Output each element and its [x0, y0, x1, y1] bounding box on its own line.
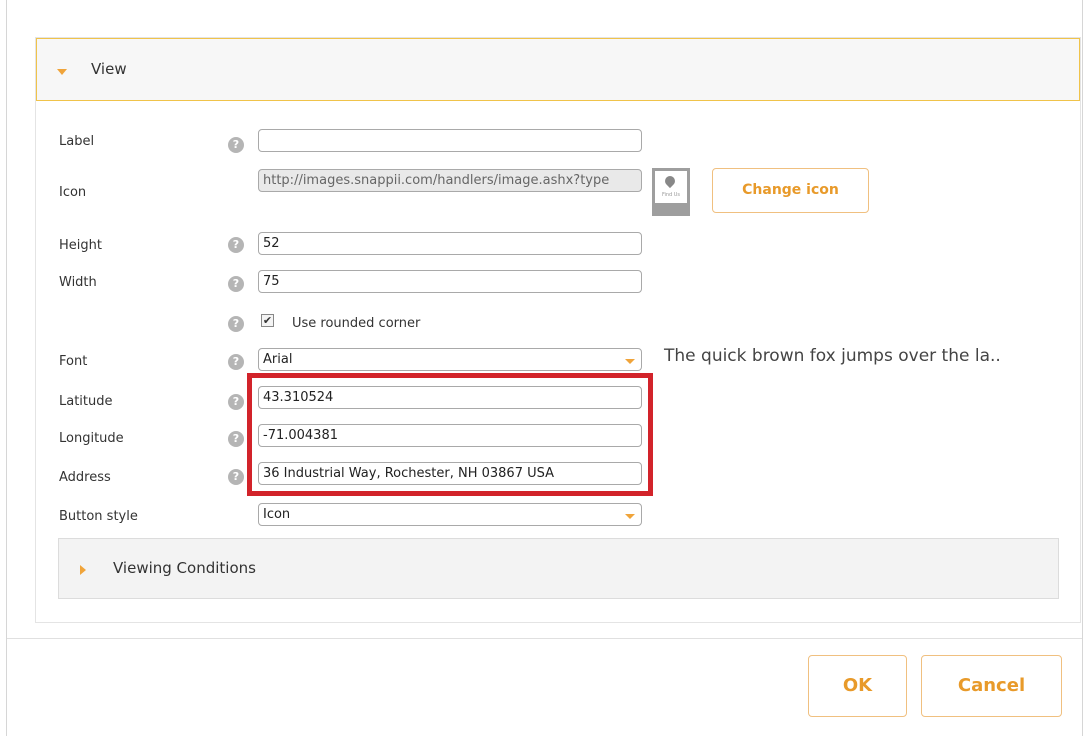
help-icon[interactable]: ?	[228, 394, 244, 410]
icon-field-label: Icon	[59, 185, 87, 200]
label-input[interactable]	[258, 129, 642, 152]
view-section-header[interactable]: View	[36, 38, 1080, 101]
help-icon[interactable]: ?	[228, 354, 244, 370]
latitude-field-label: Latitude	[59, 394, 113, 409]
help-icon[interactable]: ?	[228, 316, 244, 332]
font-select[interactable]: Arial	[258, 348, 642, 371]
help-icon[interactable]: ?	[228, 237, 244, 253]
height-input[interactable]: 52	[258, 232, 642, 255]
button-style-select[interactable]: Icon	[258, 503, 642, 526]
width-input[interactable]: 75	[258, 270, 642, 293]
font-field-label: Font	[59, 354, 88, 369]
footer-divider	[7, 638, 1082, 639]
address-field-label: Address	[59, 470, 111, 485]
icon-preview-caption: Find Us	[661, 192, 681, 198]
icon-preview: Find Us	[652, 168, 690, 216]
view-panel: View Label ? Icon http://images.snappii.…	[35, 37, 1081, 623]
dropdown-arrow-icon	[625, 359, 635, 364]
longitude-field-label: Longitude	[59, 431, 124, 446]
collapse-arrow-icon[interactable]	[57, 69, 67, 75]
button-style-field-label: Button style	[59, 509, 138, 524]
height-field-label: Height	[59, 238, 102, 253]
width-field-label: Width	[59, 275, 97, 290]
rounded-corner-checkbox[interactable]: ✔	[261, 314, 274, 327]
rounded-corner-label: Use rounded corner	[292, 316, 421, 331]
view-section-title: View	[91, 60, 127, 78]
font-preview-text: The quick brown fox jumps over the la..	[664, 346, 1001, 366]
help-icon[interactable]: ?	[228, 137, 244, 153]
help-icon[interactable]: ?	[228, 469, 244, 485]
viewing-conditions-header[interactable]: Viewing Conditions	[58, 538, 1059, 599]
cancel-button[interactable]: Cancel	[921, 655, 1062, 717]
button-style-select-value: Icon	[263, 507, 291, 522]
help-icon[interactable]: ?	[228, 276, 244, 292]
font-select-value: Arial	[263, 352, 293, 367]
dropdown-arrow-icon	[625, 514, 635, 519]
change-icon-button[interactable]: Change icon	[712, 168, 869, 213]
expand-arrow-icon[interactable]	[80, 565, 86, 575]
icon-url-input: http://images.snappii.com/handlers/image…	[258, 169, 642, 192]
viewing-conditions-title: Viewing Conditions	[113, 559, 256, 577]
highlight-box	[247, 373, 653, 496]
label-field-label: Label	[59, 134, 95, 149]
help-icon[interactable]: ?	[228, 431, 244, 447]
dialog: View Label ? Icon http://images.snappii.…	[6, 0, 1083, 736]
ok-button[interactable]: OK	[808, 655, 907, 717]
map-pin-icon	[662, 173, 678, 189]
